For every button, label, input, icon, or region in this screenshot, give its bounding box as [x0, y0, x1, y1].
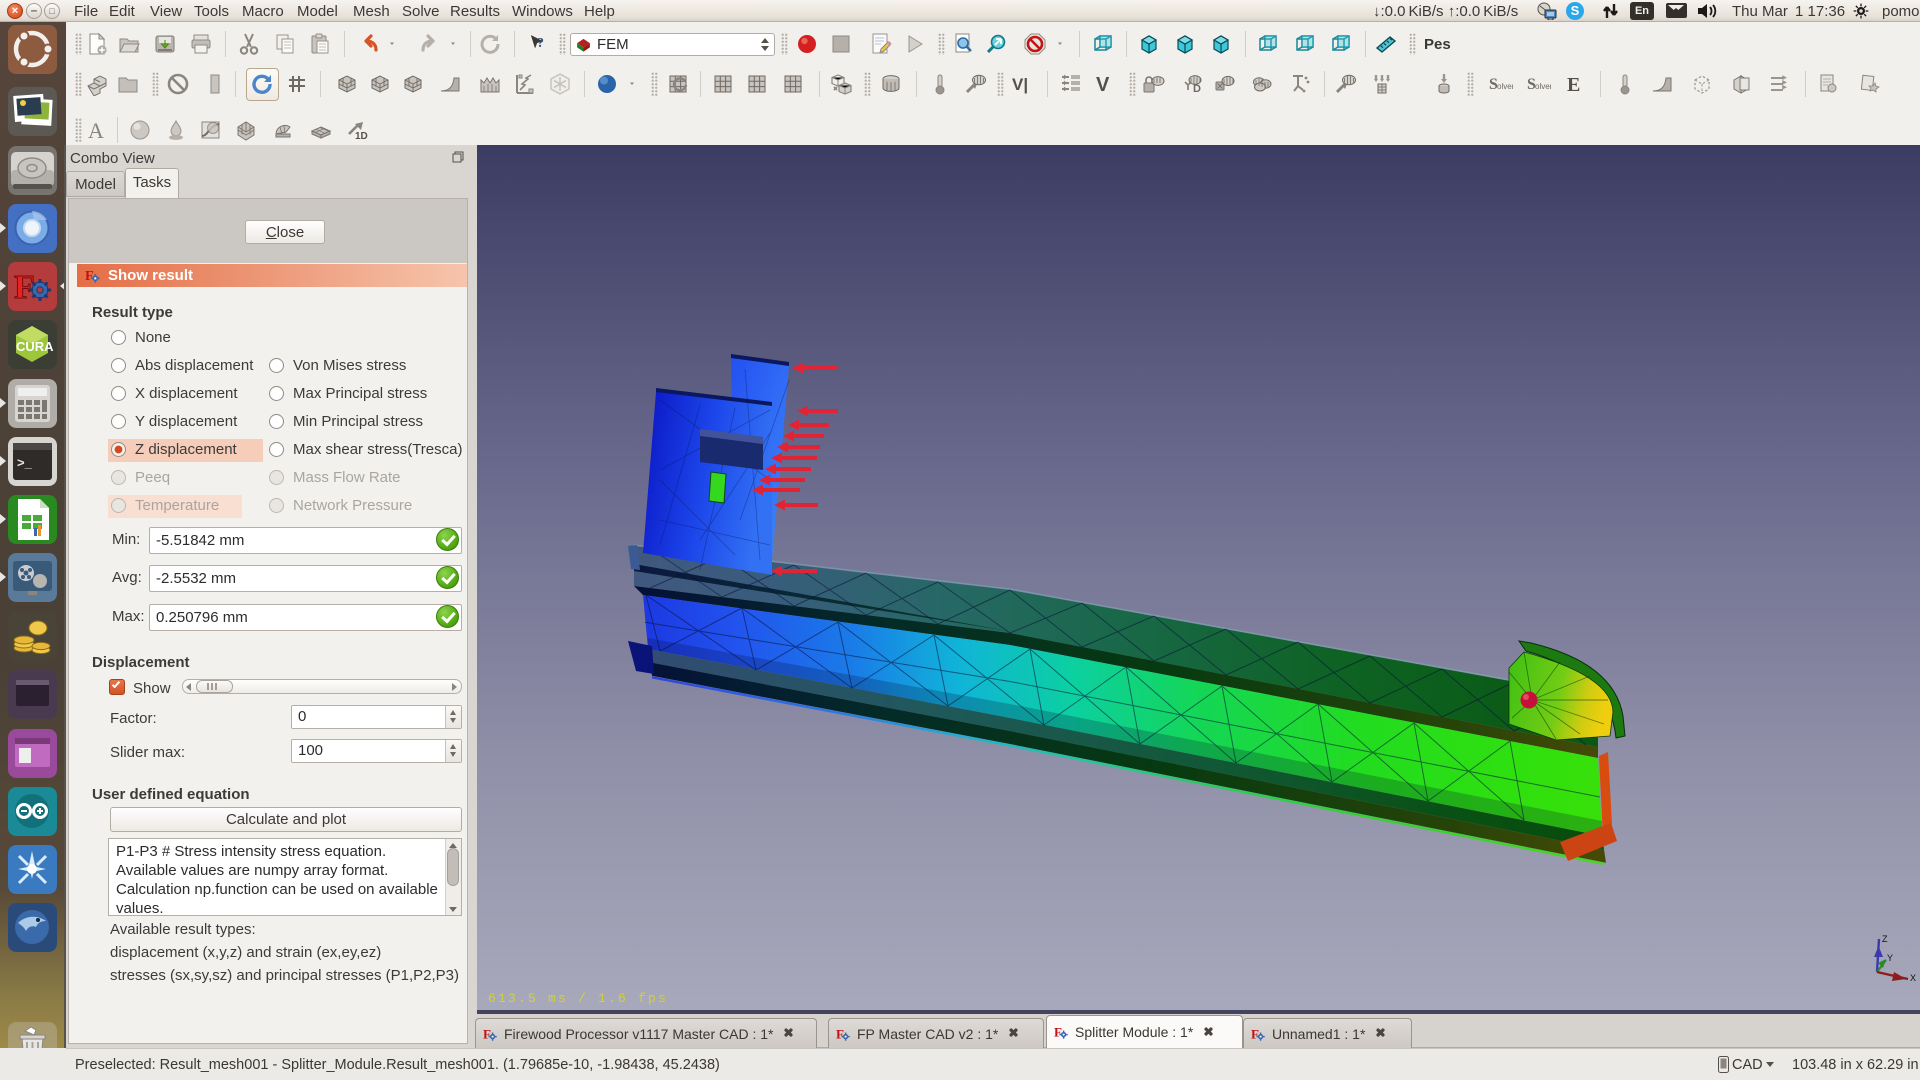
svg-text:X: X	[1910, 973, 1916, 983]
svg-text:olver: olver	[1497, 82, 1513, 91]
svg-text:F: F	[1054, 1025, 1062, 1039]
svg-text:CURA: CURA	[16, 339, 54, 354]
svg-text:Z: Z	[1882, 934, 1888, 944]
svg-text:F: F	[1251, 1027, 1259, 1041]
svg-text:D: D	[1193, 83, 1201, 95]
svg-text:Y: Y	[1887, 953, 1893, 963]
svg-text:olver: olver	[1535, 82, 1551, 91]
svg-text:?: ?	[537, 36, 544, 51]
svg-text:F: F	[483, 1027, 491, 1041]
svg-text:>_: >_	[17, 455, 33, 470]
svg-text:V: V	[1096, 74, 1110, 96]
svg-text:A: A	[88, 118, 104, 142]
svg-text:E: E	[1567, 74, 1580, 96]
svg-text:F: F	[85, 268, 94, 283]
svg-text:1D: 1D	[355, 131, 368, 142]
svg-text:F: F	[836, 1027, 844, 1041]
svg-text:V|: V|	[1012, 75, 1028, 94]
svg-text:F: F	[14, 269, 35, 306]
